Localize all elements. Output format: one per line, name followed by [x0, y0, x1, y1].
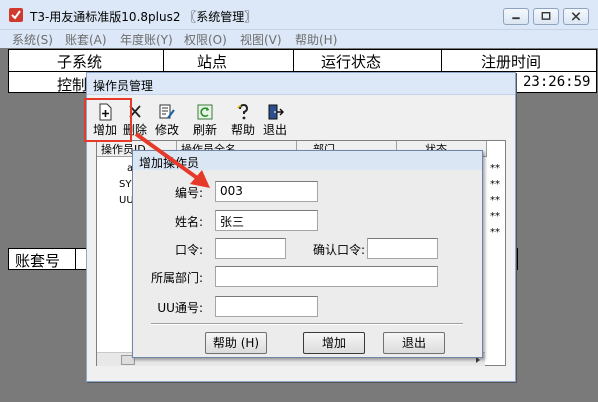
highlight-box [84, 98, 132, 142]
grid-divider [441, 50, 442, 71]
grid-divider [293, 50, 294, 71]
row-register-time: 23:26:59 [523, 74, 591, 90]
menu-help[interactable]: 帮助(H) [295, 31, 337, 48]
department-label: 所属部门: [150, 271, 203, 285]
annotation-arrow-icon [134, 132, 210, 188]
grid-divider [75, 249, 76, 269]
menu-view[interactable]: 视图(V) [240, 31, 282, 48]
password-field[interactable] [215, 238, 286, 259]
menu-permission[interactable]: 权限(O) [184, 31, 227, 48]
dialog-separator [151, 323, 463, 325]
confirm-password-field[interactable] [367, 238, 438, 259]
menu-bar: 系统(S) 账套(A) 年度账(Y) 权限(O) 视图(V) 帮助(H) [0, 30, 598, 48]
col-register-time: 注册时间 [481, 53, 542, 71]
menu-account[interactable]: 账套(A) [65, 31, 107, 48]
name-field[interactable]: 张三 [215, 210, 318, 231]
help-button[interactable]: 帮助 (H) [205, 332, 267, 354]
add-button[interactable]: 增加 [303, 332, 365, 354]
department-field[interactable] [215, 266, 438, 287]
col-site: 站点 [197, 53, 228, 71]
menu-year-account[interactable]: 年度账(Y) [120, 31, 173, 48]
table-cell-tail: ** [490, 227, 500, 238]
help-icon [237, 103, 249, 120]
close-button[interactable] [563, 8, 589, 25]
toolbar-help-label: 帮助 [230, 123, 255, 137]
operator-window-title: 操作员管理 [93, 79, 154, 93]
col-run-status: 运行状态 [321, 53, 382, 71]
table-cell-tail: ** [490, 163, 500, 174]
minimize-icon [512, 17, 520, 20]
table-cell-tail: ** [490, 195, 500, 206]
exit-icon [268, 104, 284, 120]
edit-icon [159, 104, 175, 119]
confirm-password-label: 确认口令: [312, 243, 365, 257]
col-account-number: 账套号 [15, 252, 61, 270]
password-label: 口令: [174, 243, 203, 257]
title-bar: T3-用友通标准版10.8plus2 〖系统管理〗 [0, 0, 598, 30]
refresh-icon [197, 104, 213, 120]
close-icon [571, 12, 581, 21]
menu-system[interactable]: 系统(S) [12, 31, 53, 48]
uu-number-label: UU通号: [157, 301, 203, 315]
code-field[interactable]: 003 [215, 181, 318, 202]
exit-button[interactable]: 退出 [383, 332, 445, 354]
window-title: T3-用友通标准版10.8plus2 〖系统管理〗 [30, 10, 257, 24]
app-logo-icon [9, 8, 23, 22]
grid-divider [163, 50, 164, 71]
name-label: 姓名: [174, 215, 203, 229]
table-cell-tail: ** [490, 211, 500, 222]
maximize-icon [541, 12, 551, 20]
col-subsystem: 子系统 [57, 53, 103, 71]
row-subsystem: 控制 [57, 76, 88, 94]
table-cell-tail: ** [490, 179, 500, 190]
toolbar-help-button[interactable]: 帮助 [229, 101, 257, 139]
minimize-button[interactable] [503, 8, 529, 25]
toolbar-exit-button[interactable]: 退出 [261, 101, 289, 139]
maximize-button[interactable] [533, 8, 559, 25]
toolbar-exit-label: 退出 [262, 123, 287, 137]
operator-window-titlebar: 操作员管理 [87, 73, 515, 95]
uu-number-field[interactable] [215, 296, 318, 317]
